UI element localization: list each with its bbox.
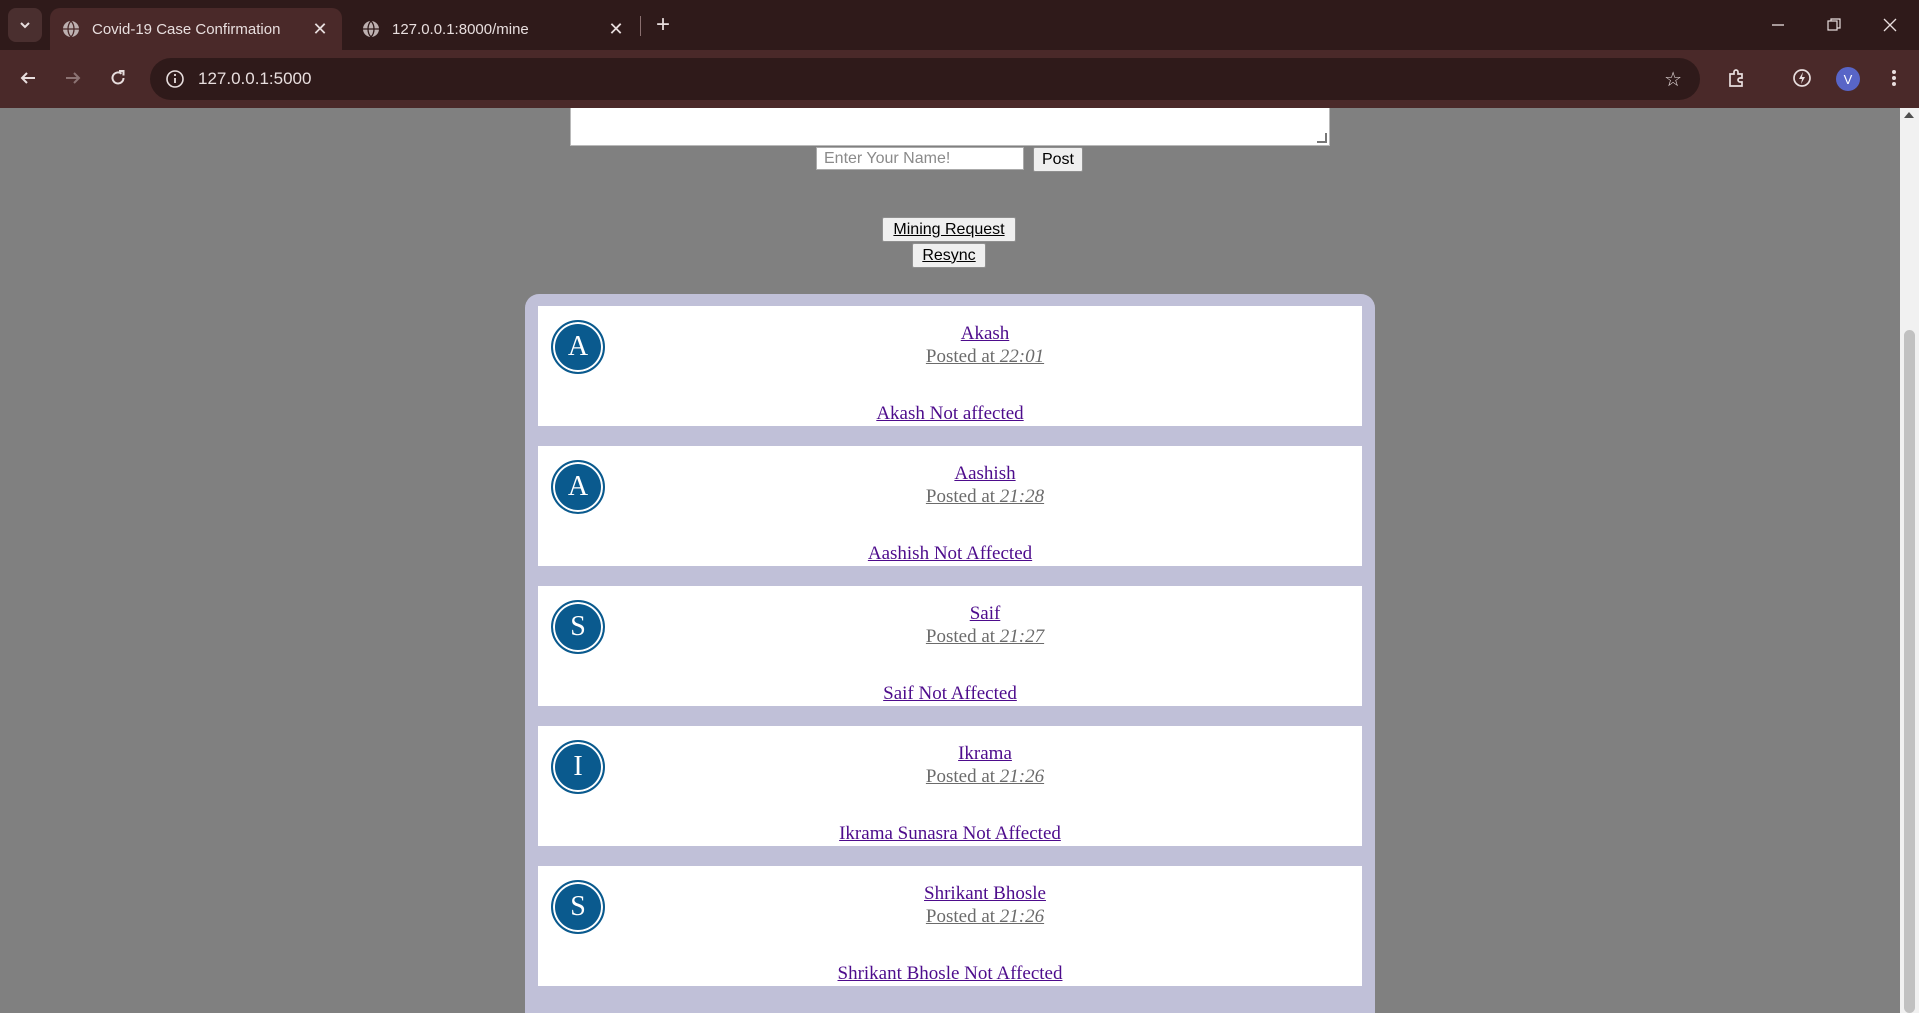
- mining-request-button[interactable]: Mining Request: [882, 217, 1016, 242]
- post-author-link[interactable]: Shrikant Bhosle: [538, 883, 1362, 905]
- scroll-thumb[interactable]: [1904, 330, 1915, 1013]
- forward-icon[interactable]: [55, 60, 91, 96]
- post-author[interactable]: Ikrama: [958, 743, 1012, 764]
- post-message-link[interactable]: Aashish Not Affected: [538, 543, 1362, 565]
- close-tab-icon[interactable]: ✕: [306, 15, 334, 43]
- site-info-icon[interactable]: [164, 68, 186, 90]
- tab-covid-case-confirmation[interactable]: Covid-19 Case Confirmation ✕: [50, 8, 342, 50]
- post-author[interactable]: Shrikant Bhosle: [924, 883, 1046, 904]
- post-author[interactable]: Akash: [961, 323, 1010, 344]
- post-time: 21:27: [999, 626, 1045, 647]
- tab-separator: [640, 16, 641, 36]
- chevron-down-icon: [20, 22, 30, 29]
- posted-prefix: Posted at: [925, 626, 996, 647]
- post-message[interactable]: Aashish Not Affected: [868, 543, 1032, 564]
- address-bar[interactable]: 127.0.0.1:5000 ☆: [150, 58, 1700, 100]
- post-message-link[interactable]: Ikrama Sunasra Not Affected: [538, 823, 1362, 845]
- post-card: A Aashish Posted at 21:28 Aashish Not Af…: [538, 446, 1362, 566]
- extensions-icon[interactable]: [1720, 62, 1752, 94]
- post-message-link[interactable]: Shrikant Bhosle Not Affected: [538, 963, 1362, 985]
- resync-button[interactable]: Resync: [912, 243, 986, 268]
- post-card: A Akash Posted at 22:01 Akash Not affect…: [538, 306, 1362, 426]
- profile-avatar[interactable]: V: [1836, 67, 1860, 91]
- post-message-link[interactable]: Akash Not affected: [538, 403, 1362, 425]
- scroll-up-arrow-icon[interactable]: [1904, 112, 1914, 118]
- post-author-link[interactable]: Aashish: [538, 463, 1362, 485]
- posted-prefix: Posted at: [925, 906, 996, 927]
- name-input[interactable]: [816, 147, 1024, 170]
- post-author[interactable]: Aashish: [954, 463, 1015, 484]
- post-card: S Shrikant Bhosle Posted at 21:26 Shrika…: [538, 866, 1362, 986]
- page-scrollbar[interactable]: [1900, 108, 1919, 1013]
- post-author-link[interactable]: Akash: [538, 323, 1362, 345]
- post-author-link[interactable]: Ikrama: [538, 743, 1362, 765]
- post-timestamp[interactable]: Posted at 21:28: [538, 486, 1362, 508]
- post-card: I Ikrama Posted at 21:26 Ikrama Sunasra …: [538, 726, 1362, 846]
- close-window-icon[interactable]: [1862, 0, 1918, 50]
- close-tab-icon[interactable]: ✕: [602, 15, 630, 43]
- resize-grip-icon[interactable]: [1317, 133, 1327, 143]
- tab-title: Covid-19 Case Confirmation: [92, 20, 281, 38]
- tab-mine[interactable]: 127.0.0.1:8000/mine ✕: [350, 8, 638, 50]
- minimize-icon[interactable]: [1750, 0, 1806, 50]
- post-timestamp[interactable]: Posted at 21:27: [538, 626, 1362, 648]
- url-text: 127.0.0.1:5000: [198, 69, 312, 88]
- post-timestamp[interactable]: Posted at 22:01: [538, 346, 1362, 368]
- post-message[interactable]: Shrikant Bhosle Not Affected: [838, 963, 1063, 984]
- post-timestamp[interactable]: Posted at 21:26: [538, 906, 1362, 928]
- post-message[interactable]: Ikrama Sunasra Not Affected: [839, 823, 1061, 844]
- post-message[interactable]: Saif Not Affected: [883, 683, 1017, 704]
- posted-prefix: Posted at: [925, 486, 996, 507]
- posts-feed: A Akash Posted at 22:01 Akash Not affect…: [525, 294, 1375, 1013]
- page-viewport: Post Mining Request Resync A Akash Poste…: [0, 108, 1900, 1013]
- post-author-link[interactable]: Saif: [538, 603, 1362, 625]
- posted-prefix: Posted at: [925, 766, 996, 787]
- message-textarea[interactable]: [570, 108, 1330, 146]
- tab-strip: Covid-19 Case Confirmation ✕ 127.0.0.1:8…: [0, 0, 1919, 50]
- performance-icon[interactable]: [1786, 62, 1818, 94]
- post-author[interactable]: Saif: [970, 603, 1001, 624]
- back-icon[interactable]: [10, 60, 46, 96]
- tab-title: 127.0.0.1:8000/mine: [392, 20, 529, 38]
- globe-icon: [362, 20, 380, 38]
- tab-search-button[interactable]: [8, 8, 42, 42]
- post-time: 22:01: [999, 346, 1045, 367]
- restore-icon[interactable]: [1806, 0, 1862, 50]
- post-message-link[interactable]: Saif Not Affected: [538, 683, 1362, 705]
- new-tab-icon[interactable]: +: [648, 10, 678, 40]
- post-message[interactable]: Akash Not affected: [876, 403, 1023, 424]
- post-button[interactable]: Post: [1033, 147, 1083, 172]
- post-card: S Saif Posted at 21:27 Saif Not Affected: [538, 586, 1362, 706]
- posted-prefix: Posted at: [925, 346, 996, 367]
- globe-icon: [62, 20, 80, 38]
- more-menu-icon[interactable]: [1878, 62, 1910, 94]
- reload-icon[interactable]: [100, 60, 136, 96]
- post-time: 21:26: [999, 766, 1045, 787]
- post-timestamp[interactable]: Posted at 21:26: [538, 766, 1362, 788]
- post-time: 21:26: [999, 906, 1045, 927]
- post-time: 21:28: [999, 486, 1045, 507]
- bookmark-star-icon[interactable]: ☆: [1664, 67, 1682, 92]
